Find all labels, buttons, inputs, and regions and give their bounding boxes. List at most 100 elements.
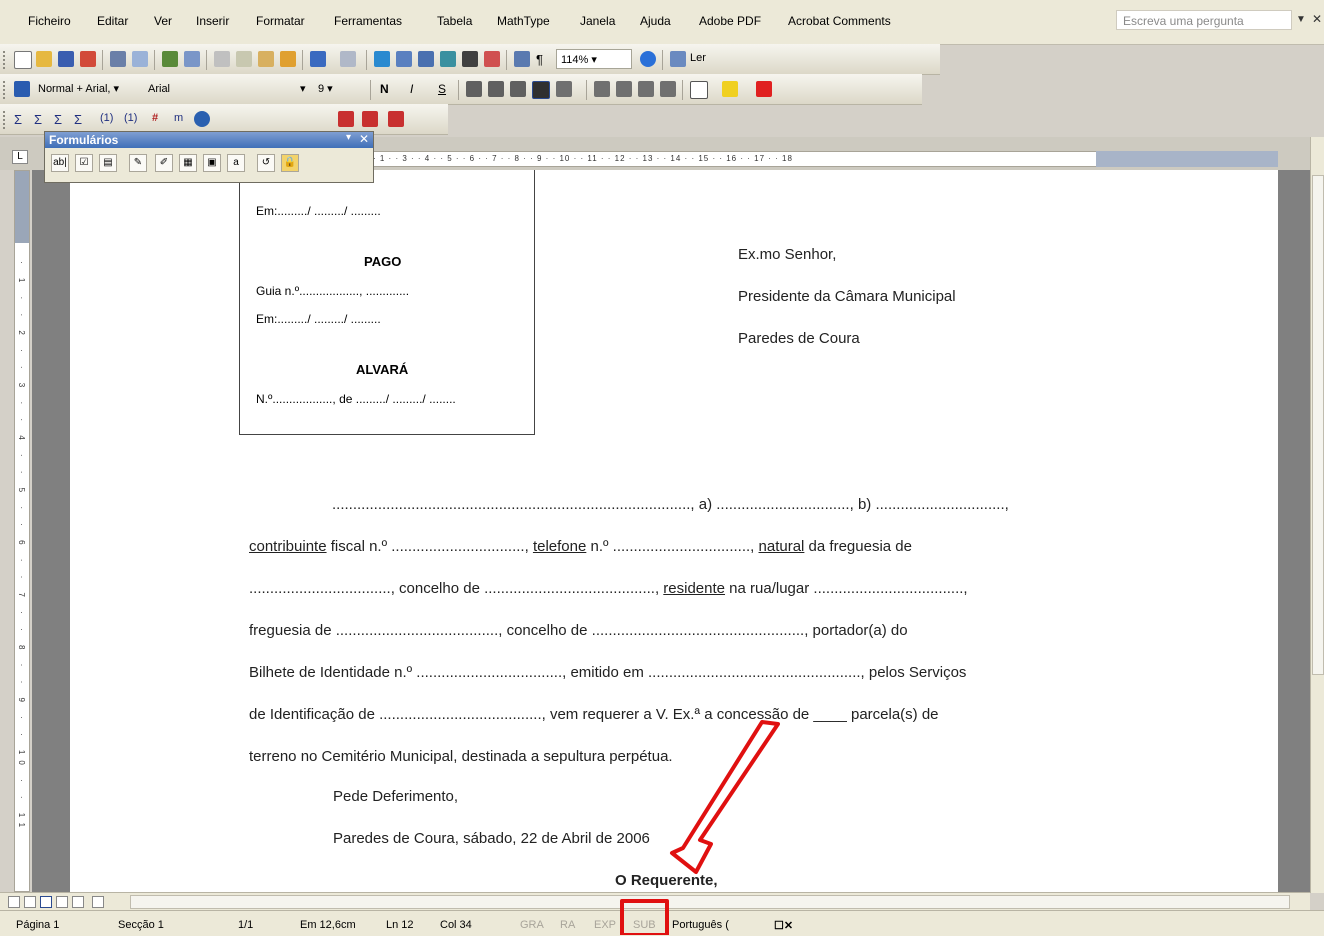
- save-icon[interactable]: [58, 51, 74, 67]
- menu-adobe-pdf[interactable]: Adobe PDF: [699, 14, 761, 28]
- equation-ref-icon[interactable]: (1): [124, 112, 137, 124]
- form-field-options-icon[interactable]: ✎: [129, 154, 147, 172]
- menu-formatar[interactable]: Formatar: [256, 14, 305, 28]
- menu-inserir[interactable]: Inserir: [196, 14, 229, 28]
- status-ra[interactable]: RA: [560, 919, 575, 931]
- vertical-ruler[interactable]: · 1 · · 2 · · 3 · · 4 · · 5 · · 6 · · 7 …: [14, 170, 30, 892]
- undo-icon[interactable]: [310, 51, 326, 67]
- copy-icon[interactable]: [236, 51, 252, 67]
- dropdown-form-field-icon[interactable]: ▤: [99, 154, 117, 172]
- forms-toolbar[interactable]: Formulários ▾ ✕ ab| ☑ ▤ ✎ ✐ ▦ ▣ a ↺ 🔒: [44, 131, 374, 183]
- bullets-icon[interactable]: [616, 81, 632, 97]
- font-combo[interactable]: Arial: [144, 79, 296, 99]
- align-right-icon[interactable]: [510, 81, 526, 97]
- ask-question-input[interactable]: Escreva uma pergunta: [1116, 10, 1292, 30]
- insert-frame-icon[interactable]: ▣: [203, 154, 221, 172]
- borders-icon[interactable]: [690, 81, 708, 99]
- insert-excel-icon[interactable]: [440, 51, 456, 67]
- style-combo[interactable]: Normal + Arial, ▾: [34, 79, 138, 99]
- mathtype-help-icon[interactable]: [194, 111, 210, 127]
- font-dropdown-icon[interactable]: ▾: [300, 82, 306, 95]
- line-spacing-icon[interactable]: [556, 81, 572, 97]
- web-layout-view-icon[interactable]: [24, 896, 36, 908]
- hyperlink-icon[interactable]: [374, 51, 390, 67]
- print-layout-view-icon[interactable]: [40, 896, 52, 908]
- draw-table-icon[interactable]: ✐: [155, 154, 173, 172]
- status-exp[interactable]: EXP: [594, 919, 616, 931]
- form-field-shading-icon[interactable]: a: [227, 154, 245, 172]
- align-center-icon[interactable]: [488, 81, 504, 97]
- sigma-display-icon[interactable]: Σ: [74, 112, 82, 127]
- cut-icon[interactable]: [214, 51, 230, 67]
- pdf-convert-icon[interactable]: [338, 111, 354, 127]
- document-map-icon[interactable]: [514, 51, 530, 67]
- redo-icon[interactable]: [340, 51, 356, 67]
- menu-acrobat-comments[interactable]: Acrobat Comments: [788, 14, 891, 28]
- help-icon[interactable]: [640, 51, 656, 67]
- text-form-field-icon[interactable]: ab|: [51, 154, 69, 172]
- vertical-scrollbar[interactable]: [1310, 137, 1324, 893]
- show-hide-icon[interactable]: ¶: [536, 52, 543, 67]
- menu-mathtype[interactable]: MathType: [497, 14, 550, 28]
- underline-button[interactable]: S: [438, 82, 446, 96]
- vertical-scroll-thumb[interactable]: [1312, 175, 1324, 675]
- status-language[interactable]: Português (: [672, 919, 729, 931]
- scroll-left-icon[interactable]: [92, 896, 104, 908]
- reading-layout-icon[interactable]: [670, 51, 686, 67]
- menu-tabela[interactable]: Tabela: [437, 14, 472, 28]
- highlight-icon[interactable]: [722, 81, 738, 97]
- outline-view-icon[interactable]: [56, 896, 68, 908]
- section-break-icon[interactable]: #: [152, 112, 158, 124]
- ask-dropdown-icon[interactable]: ▼: [1296, 14, 1306, 25]
- font-color-icon[interactable]: [756, 81, 772, 97]
- document-area[interactable]: N.º........................ Em:.........…: [32, 170, 1310, 892]
- size-combo[interactable]: 9 ▾: [314, 79, 364, 99]
- sigma-inline-icon[interactable]: Σ: [54, 112, 62, 127]
- read-button[interactable]: Ler: [690, 52, 706, 64]
- insert-table-icon[interactable]: [418, 51, 434, 67]
- zoom-combo[interactable]: 114% ▾: [556, 49, 632, 69]
- permission-icon[interactable]: [80, 51, 96, 67]
- increase-indent-icon[interactable]: [660, 81, 676, 97]
- print-icon[interactable]: [110, 51, 126, 67]
- reading-view-icon[interactable]: [72, 896, 84, 908]
- forms-toolbar-options-icon[interactable]: ▾: [346, 132, 351, 143]
- sigma-icon[interactable]: Σ: [14, 112, 22, 127]
- checkbox-form-field-icon[interactable]: ☑: [75, 154, 93, 172]
- tab-selector-icon[interactable]: L: [12, 150, 28, 164]
- format-painter-icon[interactable]: [280, 51, 296, 67]
- insert-table-forms-icon[interactable]: ▦: [179, 154, 197, 172]
- toolbar-grip[interactable]: [3, 111, 8, 129]
- toolbar-grip[interactable]: [3, 51, 8, 69]
- open-folder-icon[interactable]: [36, 51, 52, 67]
- tables-borders-icon[interactable]: [396, 51, 412, 67]
- numbering-icon[interactable]: [594, 81, 610, 97]
- menu-editar[interactable]: Editar: [97, 14, 128, 28]
- new-document-icon[interactable]: [14, 51, 32, 69]
- bold-button[interactable]: N: [380, 82, 389, 96]
- toggle-tex-icon[interactable]: m: [174, 112, 183, 124]
- menu-ver[interactable]: Ver: [154, 14, 172, 28]
- normal-view-icon[interactable]: [8, 896, 20, 908]
- pdf-review-icon[interactable]: [388, 111, 404, 127]
- status-sub[interactable]: SUB: [633, 919, 656, 931]
- document-page[interactable]: N.º........................ Em:.........…: [70, 170, 1278, 892]
- spelling-status-icon[interactable]: ☐✕: [774, 919, 793, 932]
- close-document-icon[interactable]: ✕: [1312, 12, 1322, 26]
- pdf-email-icon[interactable]: [362, 111, 378, 127]
- menu-janela[interactable]: Janela: [580, 14, 615, 28]
- print-preview-icon[interactable]: [132, 51, 148, 67]
- justify-icon[interactable]: [532, 81, 550, 99]
- horizontal-scroll-track[interactable]: [130, 895, 1290, 909]
- equation-number-icon[interactable]: (1): [100, 112, 113, 124]
- research-icon[interactable]: [184, 51, 200, 67]
- paste-icon[interactable]: [258, 51, 274, 67]
- menu-ajuda[interactable]: Ajuda: [640, 14, 671, 28]
- protect-form-icon[interactable]: 🔒: [281, 154, 299, 172]
- menu-ficheiro[interactable]: Ficheiro: [28, 14, 71, 28]
- status-gra[interactable]: GRA: [520, 919, 544, 931]
- reset-form-fields-icon[interactable]: ↺: [257, 154, 275, 172]
- menu-ferramentas[interactable]: Ferramentas: [334, 14, 402, 28]
- spelling-icon[interactable]: [162, 51, 178, 67]
- forms-toolbar-close-icon[interactable]: ✕: [359, 132, 369, 146]
